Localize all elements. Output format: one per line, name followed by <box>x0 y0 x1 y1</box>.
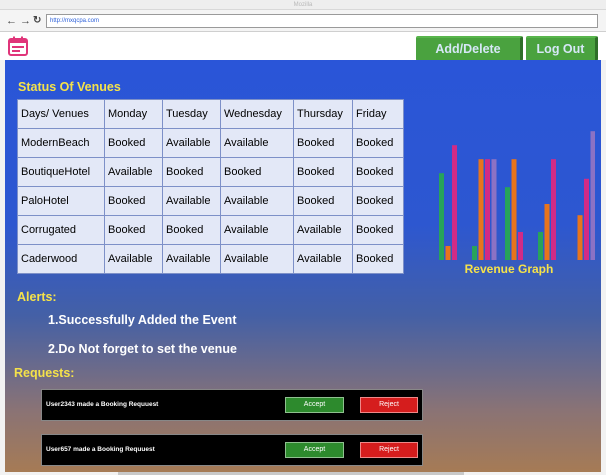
revenue-bar <box>518 232 523 260</box>
accept-button[interactable]: Accept <box>285 397 344 413</box>
logout-button[interactable]: Log Out <box>526 36 598 61</box>
revenue-bar <box>577 215 583 260</box>
requests-title: Requests: <box>14 366 75 380</box>
column-header: Days/ Venues <box>17 99 105 129</box>
revenue-bar <box>445 246 451 260</box>
table-cell: Available <box>104 157 163 187</box>
table-cell: Booked <box>293 186 353 216</box>
table-cell: Booked <box>352 157 404 187</box>
table-row: Caderwood Available Available Available … <box>17 244 404 274</box>
table-cell: Available <box>220 186 294 216</box>
table-cell: Booked <box>293 128 353 158</box>
revenue-bar <box>590 131 595 260</box>
table-cell: Available <box>293 244 353 274</box>
table-cell: Corrugated <box>17 215 105 245</box>
table-cell: Booked <box>352 128 404 158</box>
venue-status-table: Days/ Venues Monday Tuesday Wednesday Th… <box>17 99 404 274</box>
app-header: Add/Delete Venue Log Out <box>0 32 606 79</box>
table-cell: PaloHotel <box>17 186 105 216</box>
url-input[interactable]: http://mxqcpa.com <box>46 14 598 28</box>
revenue-bar <box>452 145 457 260</box>
revenue-graph-chart <box>439 131 595 260</box>
column-header: Monday <box>104 99 163 129</box>
revenue-bar <box>478 159 484 260</box>
alert-item: 2.Do Not forget to set the venue <box>48 342 237 356</box>
table-cell: Caderwood <box>17 244 105 274</box>
revenue-bar <box>551 159 556 260</box>
table-cell: Available <box>162 128 221 158</box>
browser-titlebar: Mozilla <box>0 0 606 10</box>
table-cell: Booked <box>352 215 404 245</box>
table-cell: Booked <box>162 157 221 187</box>
table-cell: Available <box>220 128 294 158</box>
revenue-bar <box>472 246 477 260</box>
reload-icon[interactable]: ↻ <box>33 14 41 28</box>
calendar-icon[interactable] <box>8 36 28 56</box>
alerts-title: Alerts: <box>17 290 57 304</box>
table-cell: Booked <box>352 244 404 274</box>
table-row: PaloHotel Booked Available Available Boo… <box>17 186 404 216</box>
column-header: Friday <box>352 99 404 129</box>
column-header: Tuesday <box>162 99 221 129</box>
table-cell: Booked <box>220 157 294 187</box>
revenue-bar <box>485 159 490 260</box>
table-cell: Booked <box>162 215 221 245</box>
table-cell: Booked <box>104 128 163 158</box>
revenue-bar <box>584 178 589 260</box>
back-arrow-icon[interactable]: ← <box>6 14 17 28</box>
revenue-bar <box>511 159 517 260</box>
table-cell: Available <box>162 244 221 274</box>
table-cell: Available <box>104 244 163 274</box>
window-title: Mozilla <box>293 2 313 8</box>
table-cell: BoutiqueHotel <box>17 157 105 187</box>
table-cell: Booked <box>104 215 163 245</box>
reject-button[interactable]: Reject <box>360 397 418 413</box>
add-delete-venue-button[interactable]: Add/Delete Venue <box>416 36 523 79</box>
request-item: User2343 made a Booking Requuest Accept … <box>41 389 423 421</box>
revenue-bar <box>505 187 510 260</box>
column-header: Wednesday <box>220 99 294 129</box>
accept-button[interactable]: Accept <box>285 442 344 458</box>
table-cell: Available <box>220 215 294 245</box>
table-cell: Available <box>162 186 221 216</box>
revenue-bar <box>538 232 543 260</box>
request-text: User2343 made a Booking Requuest <box>46 401 159 408</box>
forward-arrow-icon[interactable]: → <box>20 14 31 28</box>
table-cell: Available <box>220 244 294 274</box>
revenue-bar <box>491 159 497 260</box>
address-toolbar: ← → ↻ http://mxqcpa.com <box>0 10 606 32</box>
table-header-row: Days/ Venues Monday Tuesday Wednesday Th… <box>17 99 404 129</box>
table-cell: Booked <box>104 186 163 216</box>
table-cell: Available <box>293 215 353 245</box>
table-cell: ModernBeach <box>17 128 105 158</box>
table-row: ModernBeach Booked Available Available B… <box>17 128 404 158</box>
revenue-bar <box>439 173 444 260</box>
revenue-graph-title: Revenue Graph <box>464 262 554 276</box>
table-cell: Booked <box>352 186 404 216</box>
column-header: Thursday <box>293 99 353 129</box>
reject-button[interactable]: Reject <box>360 442 418 458</box>
status-title: Status Of Venues <box>18 80 121 94</box>
alert-item: 1.Successfully Added the Event <box>48 313 237 327</box>
table-cell: Booked <box>293 157 353 187</box>
page-margin-right <box>601 60 606 475</box>
revenue-bar <box>544 204 550 260</box>
table-row: Corrugated Booked Booked Available Avail… <box>17 215 404 245</box>
dashboard-main: Status Of Venues Days/ Venues Monday Tue… <box>5 60 601 472</box>
table-row: BoutiqueHotel Available Booked Booked Bo… <box>17 157 404 187</box>
request-text: User657 made a Booking Requuest <box>46 446 155 453</box>
request-item: User657 made a Booking Requuest Accept R… <box>41 434 423 466</box>
